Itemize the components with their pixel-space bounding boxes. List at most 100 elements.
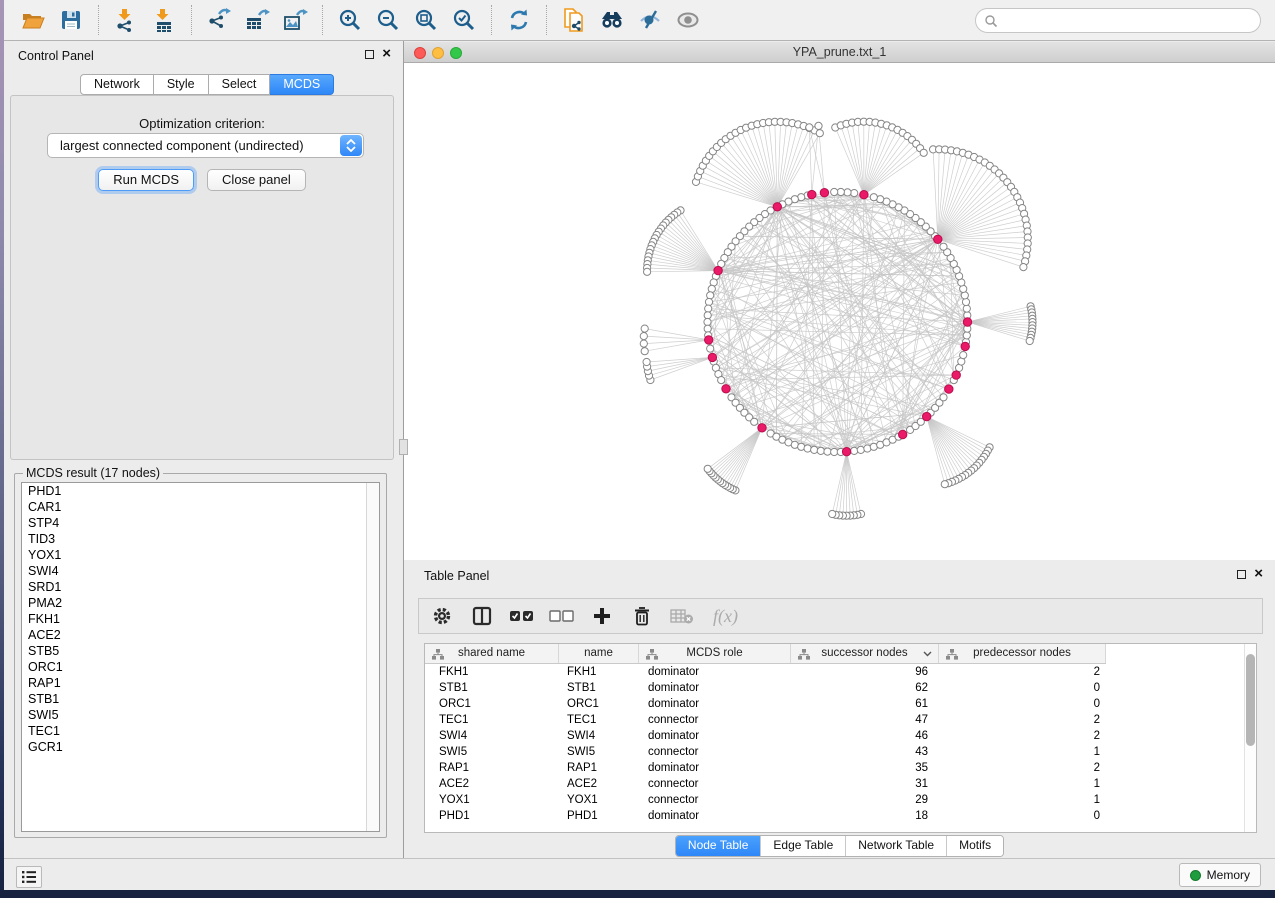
show-details-icon[interactable] [672, 4, 704, 36]
mcds-result-item[interactable]: FKH1 [22, 611, 379, 627]
table-cell: TEC1 [559, 712, 639, 728]
close-panel-icon[interactable]: × [382, 49, 391, 59]
mcds-result-item[interactable]: SRD1 [22, 579, 379, 595]
table-row[interactable]: SWI4SWI4dominator462 [425, 728, 1244, 744]
refresh-icon[interactable] [503, 4, 535, 36]
mcds-result-item[interactable]: TEC1 [22, 723, 379, 739]
mcds-result-item[interactable]: ORC1 [22, 659, 379, 675]
tab-edge-table[interactable]: Edge Table [760, 836, 845, 856]
mcds-result-item[interactable]: SWI4 [22, 563, 379, 579]
table-cell: 2 [939, 760, 1106, 776]
float-panel-icon[interactable] [365, 50, 374, 59]
mcds-result-item[interactable]: SWI5 [22, 707, 379, 723]
table-row[interactable]: RAP1RAP1dominator352 [425, 760, 1244, 776]
network-window-title: YPA_prune.txt_1 [404, 45, 1275, 59]
network-canvas[interactable] [404, 63, 1275, 560]
export-table-icon[interactable] [241, 4, 273, 36]
run-mcds-button[interactable]: Run MCDS [98, 169, 194, 191]
tab-style[interactable]: Style [154, 74, 209, 95]
application-window: Control Panel × Network Style Select MCD… [4, 0, 1275, 890]
table-cell: SWI4 [425, 728, 559, 744]
show-columns-icon[interactable] [469, 603, 495, 629]
toolbar-separator [491, 5, 492, 35]
table-row[interactable]: FKH1FKH1dominator962 [425, 664, 1244, 680]
mcds-tab-content: Optimization criterion: largest connecte… [10, 95, 394, 460]
close-table-panel-icon[interactable]: × [1254, 569, 1263, 579]
table-row[interactable]: STB1STB1dominator620 [425, 680, 1244, 696]
column-header-mcds-role[interactable]: MCDS role [639, 644, 791, 663]
mcds-result-item[interactable]: PHD1 [22, 483, 379, 499]
zoom-fit-icon[interactable] [410, 4, 442, 36]
table-row[interactable]: ACE2ACE2connector311 [425, 776, 1244, 792]
hide-details-icon[interactable] [634, 4, 666, 36]
tab-network[interactable]: Network [80, 74, 154, 95]
close-panel-button[interactable]: Close panel [207, 169, 306, 191]
network-window-titlebar[interactable]: YPA_prune.txt_1 [404, 42, 1275, 63]
search-network-icon[interactable] [596, 4, 628, 36]
table-row[interactable]: ORC1ORC1dominator610 [425, 696, 1244, 712]
mcds-result-item[interactable]: GCR1 [22, 739, 379, 755]
tab-select[interactable]: Select [209, 74, 271, 95]
table-cell: 2 [939, 712, 1106, 728]
export-network-icon[interactable] [203, 4, 235, 36]
select-all-icon[interactable] [509, 603, 535, 629]
column-type-icon [798, 649, 810, 660]
tab-mcds[interactable]: MCDS [270, 74, 334, 95]
column-header-shared-name[interactable]: shared name [425, 644, 559, 663]
float-table-panel-icon[interactable] [1237, 570, 1246, 579]
mcds-result-item[interactable]: ACE2 [22, 627, 379, 643]
optimization-criterion-select[interactable]: largest connected component (undirected) [47, 133, 364, 158]
open-folder-icon[interactable] [17, 4, 49, 36]
table-cell: 1 [939, 792, 1106, 808]
network-from-file-icon[interactable] [558, 4, 590, 36]
table-cell: YOX1 [559, 792, 639, 808]
mcds-result-item[interactable]: PMA2 [22, 595, 379, 611]
table-row[interactable]: TEC1TEC1connector472 [425, 712, 1244, 728]
tab-node-table[interactable]: Node Table [676, 836, 761, 856]
column-header-predecessor-nodes[interactable]: predecessor nodes [939, 644, 1106, 663]
mcds-result-item[interactable]: STP4 [22, 515, 379, 531]
network-graph[interactable] [404, 63, 1275, 560]
toolbar-separator [546, 5, 547, 35]
mcds-result-item[interactable]: TID3 [22, 531, 379, 547]
search-input[interactable] [998, 11, 1260, 31]
memory-button[interactable]: Memory [1179, 863, 1261, 887]
save-icon[interactable] [55, 4, 87, 36]
table-scrollbar[interactable] [1244, 644, 1256, 832]
table-settings-gear-icon[interactable] [429, 603, 455, 629]
deselect-all-icon[interactable] [549, 603, 575, 629]
zoom-in-icon[interactable] [334, 4, 366, 36]
control-panel: Control Panel × Network Style Select MCD… [4, 41, 403, 858]
task-history-button[interactable] [16, 866, 42, 888]
import-table-icon[interactable] [148, 4, 180, 36]
mcds-list-scrollbar[interactable] [366, 483, 379, 831]
zoom-selected-icon[interactable] [448, 4, 480, 36]
toolbar-separator [191, 5, 192, 35]
split-divider-handle[interactable] [399, 439, 408, 455]
table-tabs: Node Table Edge Table Network Table Moti… [404, 835, 1275, 857]
main-toolbar [4, 0, 1275, 41]
mcds-result-item[interactable]: RAP1 [22, 675, 379, 691]
mcds-result-item[interactable]: STB1 [22, 691, 379, 707]
zoom-out-icon[interactable] [372, 4, 404, 36]
table-row[interactable]: PHD1PHD1dominator180 [425, 808, 1244, 824]
table-scrollbar-thumb[interactable] [1246, 654, 1255, 746]
mcds-result-item[interactable]: CAR1 [22, 499, 379, 515]
column-header-name[interactable]: name [559, 644, 639, 663]
export-image-icon[interactable] [279, 4, 311, 36]
tab-motifs[interactable]: Motifs [946, 836, 1003, 856]
mcds-result-item[interactable]: STB5 [22, 643, 379, 659]
memory-label: Memory [1207, 868, 1250, 882]
table-cell: 1 [939, 776, 1106, 792]
tab-network-table[interactable]: Network Table [845, 836, 946, 856]
table-row[interactable]: YOX1YOX1connector291 [425, 792, 1244, 808]
table-cell: 0 [939, 696, 1106, 712]
table-row[interactable]: SWI5SWI5connector431 [425, 744, 1244, 760]
add-column-icon[interactable] [589, 603, 615, 629]
import-network-icon[interactable] [110, 4, 142, 36]
column-header-successor-nodes[interactable]: successor nodes [791, 644, 939, 663]
table-cell: ORC1 [559, 696, 639, 712]
mcds-result-item[interactable]: YOX1 [22, 547, 379, 563]
table-cell: 0 [939, 680, 1106, 696]
delete-column-icon[interactable] [629, 603, 655, 629]
